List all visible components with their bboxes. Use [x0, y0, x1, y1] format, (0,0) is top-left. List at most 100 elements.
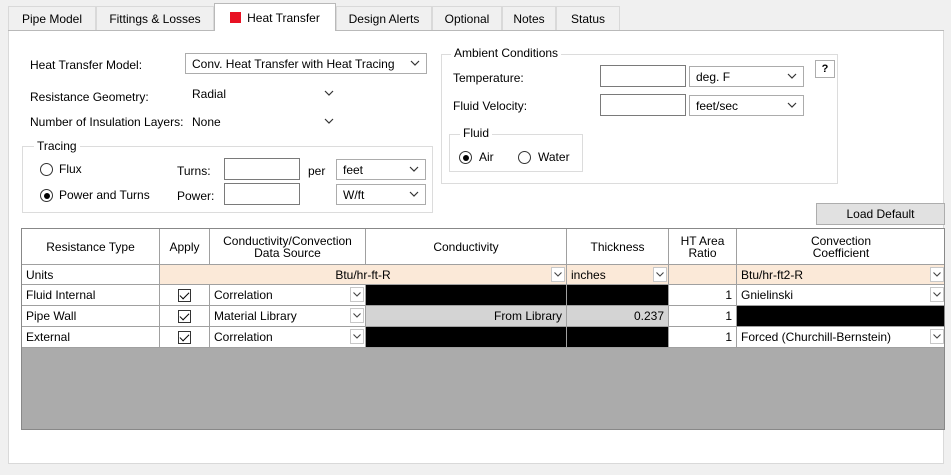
air-label: Air	[479, 150, 494, 164]
tab-label: Design Alerts	[348, 11, 420, 26]
tab-label: Optional	[444, 11, 490, 26]
convection-text: Forced (Churchill-Bernstein)	[741, 330, 892, 344]
tab-label: Heat Transfer	[247, 10, 320, 25]
source-text: Correlation	[214, 330, 273, 344]
thickness-unit-select[interactable]: inches	[567, 265, 669, 285]
tab-notes[interactable]: Notes	[502, 6, 556, 30]
ratio-text: 1	[725, 309, 732, 323]
conductivity-unit-select[interactable]: Btu/hr-ft-R	[160, 265, 567, 285]
row-type-text: External	[26, 330, 71, 344]
velocity-unit-select[interactable]: feet/sec	[689, 95, 804, 116]
select-value: feet/sec	[696, 98, 739, 113]
flux-radio[interactable]	[40, 163, 53, 176]
apply-checkbox[interactable]	[160, 327, 210, 348]
chevron-down-icon	[350, 329, 364, 344]
checkbox-checked-icon	[178, 288, 191, 302]
help-button[interactable]: ?	[815, 60, 835, 78]
chevron-down-icon	[350, 287, 364, 302]
source-text: Correlation	[214, 288, 273, 302]
table-row-type: Pipe Wall	[22, 306, 160, 327]
power-and-turns-label: Power and Turns	[59, 188, 150, 202]
tab-fittings-losses[interactable]: Fittings & Losses	[96, 6, 214, 30]
tab-design-alerts[interactable]: Design Alerts	[336, 6, 432, 30]
power-unit-select[interactable]: W/ft	[336, 184, 426, 205]
chevron-down-icon	[930, 287, 944, 302]
table-row-type: External	[22, 327, 160, 348]
load-default-button[interactable]: Load Default	[816, 203, 945, 225]
ratio-text: 1	[725, 288, 732, 302]
units-label-text: Units	[26, 267, 54, 282]
chevron-down-icon	[324, 115, 334, 127]
data-source-select[interactable]: Correlation	[210, 285, 366, 306]
apply-checkbox[interactable]	[160, 306, 210, 327]
apply-checkbox[interactable]	[160, 285, 210, 306]
convection-unit-select[interactable]: Btu/hr-ft2-R	[737, 265, 944, 285]
ht-area-ratio-cell[interactable]: 1	[669, 327, 737, 348]
conductivity-cell: From Library	[366, 306, 567, 327]
ht-area-ratio-cell[interactable]: 1	[669, 306, 737, 327]
air-radio[interactable]	[459, 151, 472, 164]
help-label: ?	[821, 63, 829, 75]
button-label: Load Default	[846, 207, 915, 221]
chevron-down-icon	[409, 163, 419, 175]
unit-text: Btu/hr-ft-R	[335, 267, 391, 282]
header-text: Resistance Type	[46, 239, 135, 254]
resistance-geometry-label: Resistance Geometry:	[30, 90, 149, 104]
tab-label: Status	[570, 11, 606, 26]
tab-heat-transfer[interactable]: Heat Transfer	[214, 3, 336, 31]
heat-transfer-model-select[interactable]: Conv. Heat Transfer with Heat Tracing	[185, 53, 427, 74]
table-row-type: Fluid Internal	[22, 285, 160, 306]
header-resistance-type[interactable]: Resistance Type	[22, 229, 160, 265]
chevron-down-icon	[930, 267, 944, 282]
header-text: Convection Coefficient	[810, 233, 872, 260]
header-text: HT Area Ratio	[680, 233, 725, 260]
chevron-down-icon	[409, 188, 419, 200]
header-ht-area-ratio[interactable]: HT Area Ratio	[669, 229, 737, 265]
conductivity-text: From Library	[493, 309, 562, 323]
tab-status[interactable]: Status	[556, 6, 620, 30]
resistance-geometry-select[interactable]: Radial	[185, 83, 341, 104]
select-value: W/ft	[343, 187, 365, 202]
convection-select[interactable]: Gnielinski	[737, 285, 944, 306]
header-convection-coefficient[interactable]: Convection Coefficient	[737, 229, 944, 265]
fluid-velocity-input[interactable]	[600, 94, 686, 116]
chevron-down-icon	[324, 87, 334, 99]
temperature-unit-select[interactable]: deg. F	[689, 66, 804, 87]
turns-input[interactable]	[224, 158, 300, 180]
power-input[interactable]	[224, 183, 300, 205]
water-radio[interactable]	[518, 151, 531, 164]
header-text: Conductivity/Convection Data Source	[223, 233, 352, 260]
resistance-grid: Resistance Type Apply Conductivity/Conve…	[21, 228, 945, 430]
select-value: Radial	[192, 86, 227, 101]
select-value: deg. F	[696, 69, 731, 84]
select-value: Conv. Heat Transfer with Heat Tracing	[192, 56, 395, 71]
tab-pipe-model[interactable]: Pipe Model	[8, 6, 96, 30]
temperature-input[interactable]	[600, 65, 686, 87]
red-square-icon	[230, 12, 242, 23]
checkbox-checked-icon	[178, 309, 191, 323]
per-unit-select[interactable]: feet	[336, 159, 426, 180]
data-source-select[interactable]: Material Library	[210, 306, 366, 327]
data-source-select[interactable]: Correlation	[210, 327, 366, 348]
header-text: Apply	[169, 239, 200, 254]
header-data-source[interactable]: Conductivity/Convection Data Source	[210, 229, 366, 265]
select-value: feet	[343, 162, 364, 177]
thickness-cell-disabled	[567, 285, 669, 306]
tracing-group-title: Tracing	[34, 139, 80, 153]
chevron-down-icon	[551, 267, 565, 282]
header-thickness[interactable]: Thickness	[567, 229, 669, 265]
header-conductivity[interactable]: Conductivity	[366, 229, 567, 265]
flux-label: Flux	[59, 162, 82, 176]
insulation-layers-select[interactable]: None	[185, 111, 341, 132]
header-apply[interactable]: Apply	[160, 229, 210, 265]
ht-area-ratio-cell[interactable]: 1	[669, 285, 737, 306]
header-text: Thickness	[590, 239, 645, 254]
insulation-layers-label: Number of Insulation Layers:	[30, 115, 184, 129]
tab-label: Fittings & Losses	[109, 11, 201, 26]
tab-optional[interactable]: Optional	[432, 6, 502, 30]
tab-label: Pipe Model	[21, 11, 83, 26]
convection-select[interactable]: Forced (Churchill-Bernstein)	[737, 327, 944, 348]
power-and-turns-radio[interactable]	[40, 189, 53, 202]
row-type-text: Fluid Internal	[26, 288, 96, 302]
row-type-text: Pipe Wall	[26, 309, 77, 323]
